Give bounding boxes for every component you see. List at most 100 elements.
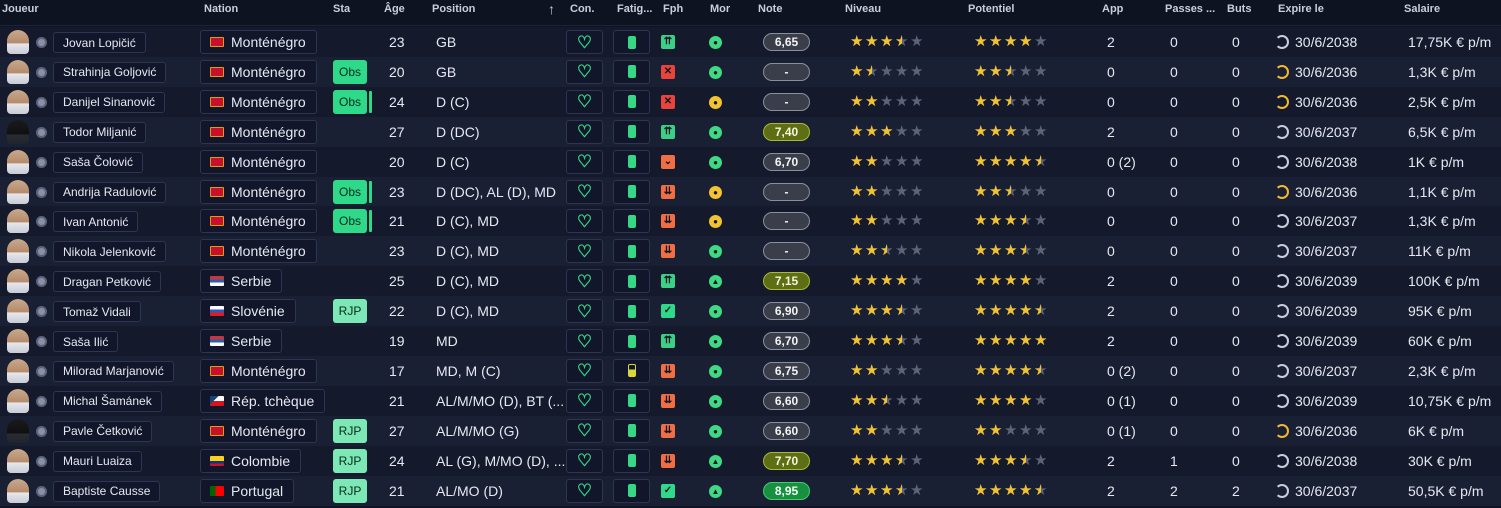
table-row[interactable]: Nikola Jelenković Monténégro 23 D (C), MD ♡ ⇊… <box>0 236 1501 267</box>
player-name[interactable]: Milorad Marjanović <box>53 360 174 382</box>
nation-cell[interactable]: Rép. tchèque <box>200 388 326 413</box>
player-name[interactable]: Pavle Četković <box>53 420 153 442</box>
header-sta[interactable]: Sta <box>333 3 350 15</box>
condition-cell[interactable]: ♡ <box>566 149 603 174</box>
table-row[interactable]: Danijel Sinanović Monténégro Obs 24 D (C) ♡ ✕ ●… <box>0 86 1501 117</box>
fatigue-cell[interactable] <box>613 89 650 114</box>
table-row[interactable]: Michal Šamánek Rép. tchèque 21 AL/M/MO (D),… <box>0 385 1501 416</box>
table-row[interactable]: Mauri Luaiza Colombie RJP 24 AL (G), M/MO (D… <box>0 445 1501 476</box>
player-name[interactable]: Baptiste Causse <box>53 480 161 502</box>
header-passes[interactable]: Passes ... <box>1165 3 1215 15</box>
nation-cell[interactable]: Monténégro <box>200 209 317 234</box>
condition-cell[interactable]: ♡ <box>566 478 603 503</box>
condition-cell[interactable]: ♡ <box>566 239 603 264</box>
player-name[interactable]: Saša Ilić <box>53 331 119 352</box>
player-name[interactable]: Andrija Radulović <box>53 181 167 203</box>
condition-cell[interactable]: ♡ <box>566 89 603 114</box>
table-row[interactable]: Jovan Lopičić Monténégro 23 GB ♡ ⇈ ● 6,65 ★ ★ ★ ★ ★ ★… <box>0 27 1501 57</box>
header-potentiel[interactable]: Potentiel <box>968 3 1014 15</box>
condition-cell[interactable]: ♡ <box>566 299 603 324</box>
fatigue-cell[interactable] <box>613 239 650 264</box>
header-condition[interactable]: Con. <box>570 3 594 15</box>
condition-cell[interactable]: ♡ <box>566 179 603 204</box>
condition-cell[interactable]: ♡ <box>566 209 603 234</box>
sort-arrow-icon[interactable]: ↑ <box>548 1 555 17</box>
player-name[interactable]: Strahinja Goljović <box>53 61 167 83</box>
fatigue-cell[interactable] <box>613 418 650 443</box>
player-name[interactable]: Ivan Antonić <box>53 211 139 233</box>
status-badge[interactable]: Obs <box>333 209 367 234</box>
table-row[interactable]: Todor Miljanić Monténégro 27 D (DC) ♡ ⇈ ● 7,40 ★… <box>0 116 1501 147</box>
header-fatigue[interactable]: Fatig... <box>617 3 652 15</box>
table-row[interactable]: Saša Čolović Monténégro 20 D (C) ♡ ⌄ ● 6,70 ★ ★ ★ ★… <box>0 146 1501 177</box>
table-row[interactable]: Strahinja Goljović Monténégro Obs 20 GB ♡ ✕ ● - ★… <box>0 56 1501 87</box>
fatigue-cell[interactable] <box>613 149 650 174</box>
status-badge[interactable]: RJP <box>333 299 367 324</box>
header-fph[interactable]: Fph <box>663 3 683 15</box>
condition-cell[interactable]: ♡ <box>566 269 603 294</box>
fatigue-cell[interactable] <box>613 269 650 294</box>
fatigue-cell[interactable] <box>613 179 650 204</box>
nation-cell[interactable]: Serbie <box>200 329 283 353</box>
header-age[interactable]: Âge <box>384 3 405 15</box>
header-app[interactable]: App <box>1102 3 1123 15</box>
status-badge[interactable]: Obs <box>333 179 367 204</box>
fatigue-cell[interactable] <box>613 299 650 324</box>
header-buts[interactable]: Buts <box>1227 3 1251 15</box>
player-name[interactable]: Todor Miljanić <box>53 121 147 143</box>
fatigue-cell[interactable] <box>613 448 650 473</box>
player-name[interactable]: Michal Šamánek <box>53 390 162 412</box>
nation-cell[interactable]: Monténégro <box>200 30 317 54</box>
nation-cell[interactable]: Monténégro <box>200 179 317 204</box>
player-name[interactable]: Tomaž Vidali <box>53 301 141 323</box>
header-moral[interactable]: Mor <box>710 3 730 15</box>
condition-cell[interactable]: ♡ <box>566 329 603 353</box>
player-name[interactable]: Dragan Petković <box>53 271 162 293</box>
header-joueur[interactable]: Joueur <box>2 3 39 15</box>
fatigue-cell[interactable] <box>613 30 650 54</box>
player-name[interactable]: Nikola Jelenković <box>53 241 166 263</box>
fatigue-cell[interactable] <box>613 358 650 383</box>
status-badge[interactable]: RJP <box>333 478 367 503</box>
nation-cell[interactable]: Colombie <box>200 448 302 473</box>
nation-cell[interactable]: Monténégro <box>200 358 317 383</box>
condition-cell[interactable]: ♡ <box>566 358 603 383</box>
nation-cell[interactable]: Monténégro <box>200 239 317 264</box>
nation-cell[interactable]: Monténégro <box>200 119 317 144</box>
status-badge[interactable]: RJP <box>333 448 367 473</box>
nation-cell[interactable]: Portugal <box>200 478 295 503</box>
nation-cell[interactable]: Monténégro <box>200 418 317 443</box>
condition-cell[interactable]: ♡ <box>566 448 603 473</box>
nation-cell[interactable]: Monténégro <box>200 149 317 174</box>
header-nation[interactable]: Nation <box>204 3 238 15</box>
condition-cell[interactable]: ♡ <box>566 119 603 144</box>
fatigue-cell[interactable] <box>613 329 650 353</box>
table-row[interactable]: Dragan Petković Serbie 25 D (C), MD ♡ ⇈ ▲ 7,15 ★… <box>0 266 1501 297</box>
player-name[interactable]: Danijel Sinanović <box>53 91 166 113</box>
table-row[interactable]: Baptiste Causse Portugal RJP 21 AL/MO (D) ♡ ✓ ▲… <box>0 475 1501 506</box>
table-row[interactable]: Saša Ilić Serbie 19 MD ♡ ⇈ ● 6,70 ★ ★ ★ ★ ★ ★ ★ ★ ★ ★ ★ ★ ★ ★… <box>0 326 1501 356</box>
table-row[interactable]: Milorad Marjanović Monténégro 17 MD, M (C) ♡… <box>0 355 1501 386</box>
nation-cell[interactable]: Serbie <box>200 269 283 294</box>
fatigue-cell[interactable] <box>613 119 650 144</box>
condition-cell[interactable]: ♡ <box>566 418 603 443</box>
fatigue-cell[interactable] <box>613 388 650 413</box>
nation-cell[interactable]: Monténégro <box>200 89 317 114</box>
table-row[interactable]: Pavle Četković Monténégro RJP 27 AL/M/MO (G)… <box>0 415 1501 446</box>
status-badge[interactable]: Obs <box>333 59 367 84</box>
fatigue-cell[interactable] <box>613 59 650 84</box>
header-note[interactable]: Note <box>758 3 782 15</box>
player-name[interactable]: Jovan Lopičić <box>53 32 146 53</box>
header-expire[interactable]: Expire le <box>1278 3 1324 15</box>
status-badge[interactable]: Obs <box>333 89 367 114</box>
table-row[interactable]: Tomaž Vidali Slovénie RJP 22 D (C), MD ♡ ✓ ● 6,9… <box>0 296 1501 327</box>
player-name[interactable]: Saša Čolović <box>53 151 144 173</box>
status-badge[interactable]: RJP <box>333 418 367 443</box>
table-row[interactable]: Andrija Radulović Monténégro Obs 23 D (DC), … <box>0 176 1501 207</box>
player-name[interactable]: Mauri Luaiza <box>53 450 142 472</box>
nation-cell[interactable]: Monténégro <box>200 59 317 84</box>
header-salaire[interactable]: Salaire <box>1404 3 1440 15</box>
header-position[interactable]: Position <box>432 3 475 15</box>
header-niveau[interactable]: Niveau <box>845 3 881 15</box>
table-row[interactable]: Ivan Antonić Monténégro Obs 21 D (C), MD ♡ ⇊ ● -… <box>0 206 1501 237</box>
